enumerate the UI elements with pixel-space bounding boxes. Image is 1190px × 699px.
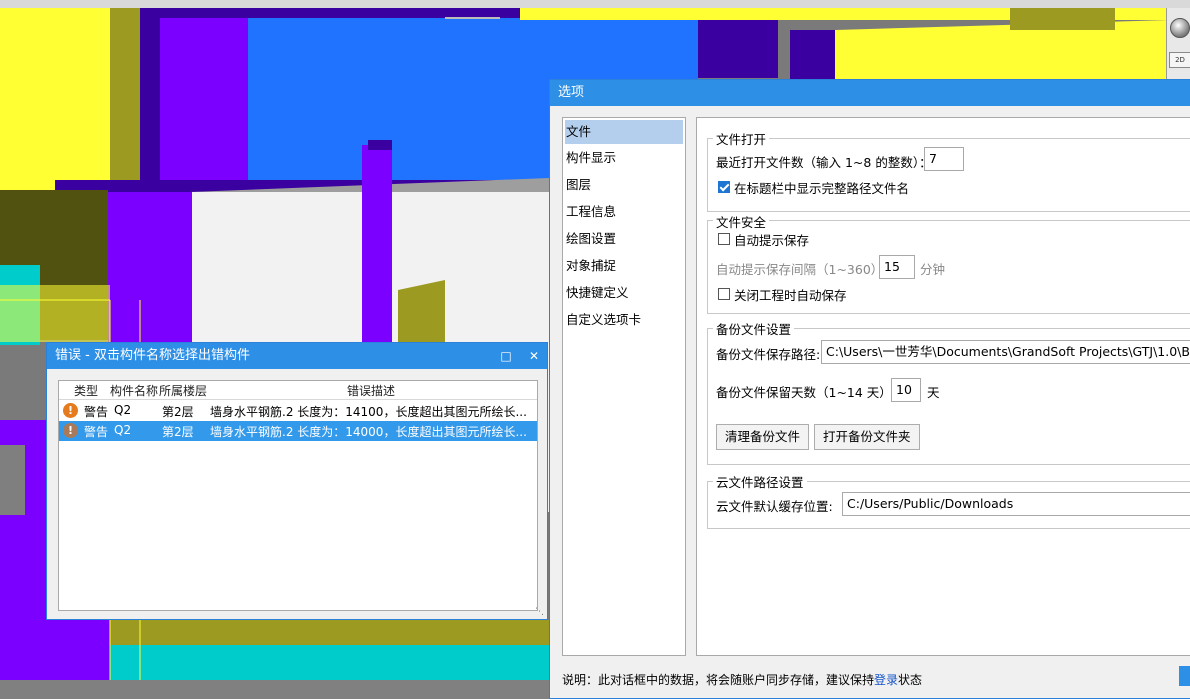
backup-days-unit: 天 [927, 385, 940, 400]
error-table: 类型 构件名称 所属楼层 错误描述 ! 警告 Q2 第2层 墙身水平钢筋.2 长… [58, 380, 538, 611]
show-full-path-checkbox[interactable] [718, 181, 730, 193]
ok-button-edge[interactable] [1179, 666, 1190, 686]
backup-path-input[interactable]: C:\Users\一世芳华\Documents\GrandSoft Projec… [821, 340, 1190, 364]
auto-prompt-save-checkbox[interactable] [718, 233, 730, 245]
save-interval-label: 自动提示保存间隔（1~360） [716, 262, 884, 277]
backup-legend: 备份文件设置 [713, 319, 795, 338]
sync-note-prefix: 说明：此对话框中的数据，将会随账户同步存储，建议保持 [562, 673, 875, 687]
backup-days-input[interactable]: 10 [891, 378, 921, 402]
backup-days-label: 备份文件保留天数（1~14 天）: [716, 385, 897, 400]
nav-item-custom-tabs[interactable]: 自定义选项卡 [563, 306, 685, 333]
resize-grip-icon[interactable]: ⋱ [535, 607, 545, 617]
clear-backup-button[interactable]: 清理备份文件 [716, 424, 810, 450]
view-toolbar: 2D [1166, 8, 1190, 88]
error-dialog: 错误 - 双击构件名称选择出错构件 □ ✕ 类型 构件名称 所属楼层 错误描述 … [46, 342, 548, 620]
row-floor: 第2层 [162, 425, 194, 439]
row-type: 警告 [84, 405, 109, 419]
options-dialog-title: 选项 [550, 80, 1190, 106]
open-backup-folder-button[interactable]: 打开备份文件夹 [814, 424, 920, 450]
recent-files-input[interactable]: 7 [924, 147, 964, 171]
file-open-legend: 文件打开 [713, 129, 770, 148]
nav-item-shortcut-keys[interactable]: 快捷键定义 [563, 279, 685, 306]
auto-save-on-close-checkbox[interactable] [718, 288, 730, 300]
row-type: 警告 [84, 425, 109, 439]
auto-save-on-close-label: 关闭工程时自动保存 [734, 288, 847, 303]
options-dialog: 选项 文件 构件显示 图层 工程信息 绘图设置 对象捕捉 快捷键定义 自定义选项… [549, 79, 1190, 699]
row-error-desc: 墙身水平钢筋.2 长度为：14100，长度超出其图元所绘长... [210, 405, 527, 419]
file-safety-legend: 文件安全 [713, 212, 770, 231]
col-component-name[interactable]: 构件名称 [110, 382, 158, 399]
nav-item-project-info[interactable]: 工程信息 [563, 198, 685, 225]
nav-item-object-snap[interactable]: 对象捕捉 [563, 252, 685, 279]
show-full-path-label: 在标题栏中显示完整路径文件名 [734, 181, 910, 196]
table-row[interactable]: ! 警告 Q2 第2层 墙身水平钢筋.2 长度为：14000，长度超出其图元所绘… [59, 421, 537, 441]
view-2d-button[interactable]: 2D [1169, 52, 1190, 68]
error-dialog-titlebar: 错误 - 双击构件名称选择出错构件 □ ✕ [47, 343, 547, 369]
table-row[interactable]: ! 警告 Q2 第2层 墙身水平钢筋.2 长度为：14100，长度超出其图元所绘… [59, 401, 537, 421]
save-interval-input[interactable]: 15 [879, 255, 915, 279]
row-component-name[interactable]: Q2 [114, 403, 131, 417]
warning-icon: ! [63, 403, 78, 418]
options-file-panel: 文件打开 最近打开文件数（输入 1~8 的整数）： 7 在标题栏中显示完整路径文… [696, 117, 1190, 656]
sync-note-suffix: 状态 [898, 673, 923, 687]
cloud-cache-input[interactable]: C:/Users/Public/Downloads [842, 492, 1190, 516]
close-icon[interactable]: ✕ [523, 343, 545, 369]
col-error-desc[interactable]: 错误描述 [347, 382, 395, 399]
row-component-name[interactable]: Q2 [114, 423, 131, 437]
cloud-legend: 云文件路径设置 [713, 472, 807, 491]
orbit-ball-icon[interactable] [1170, 18, 1190, 38]
warning-icon: ! [63, 423, 78, 438]
error-table-header: 类型 构件名称 所属楼层 错误描述 [59, 381, 537, 400]
backup-path-label: 备份文件保存路径: [716, 347, 821, 362]
recent-files-label: 最近打开文件数（输入 1~8 的整数）： [716, 155, 932, 170]
nav-item-drawing-settings[interactable]: 绘图设置 [563, 225, 685, 252]
col-floor[interactable]: 所属楼层 [159, 382, 207, 399]
col-type[interactable]: 类型 [74, 382, 98, 399]
save-interval-unit: 分钟 [920, 262, 946, 277]
row-error-desc: 墙身水平钢筋.2 长度为：14000，长度超出其图元所绘长... [210, 425, 527, 439]
nav-item-layer[interactable]: 图层 [563, 171, 685, 198]
auto-prompt-save-label: 自动提示保存 [734, 233, 810, 248]
maximize-icon[interactable]: □ [495, 343, 517, 369]
error-dialog-title: 错误 - 双击构件名称选择出错构件 [55, 348, 250, 363]
nav-item-component-display[interactable]: 构件显示 [563, 144, 685, 171]
login-link[interactable]: 登录 [874, 673, 898, 687]
cloud-cache-label: 云文件默认缓存位置: [716, 499, 833, 514]
nav-item-file[interactable]: 文件 [565, 120, 683, 144]
row-floor: 第2层 [162, 405, 194, 419]
options-nav-list: 文件 构件显示 图层 工程信息 绘图设置 对象捕捉 快捷键定义 自定义选项卡 [562, 117, 686, 656]
